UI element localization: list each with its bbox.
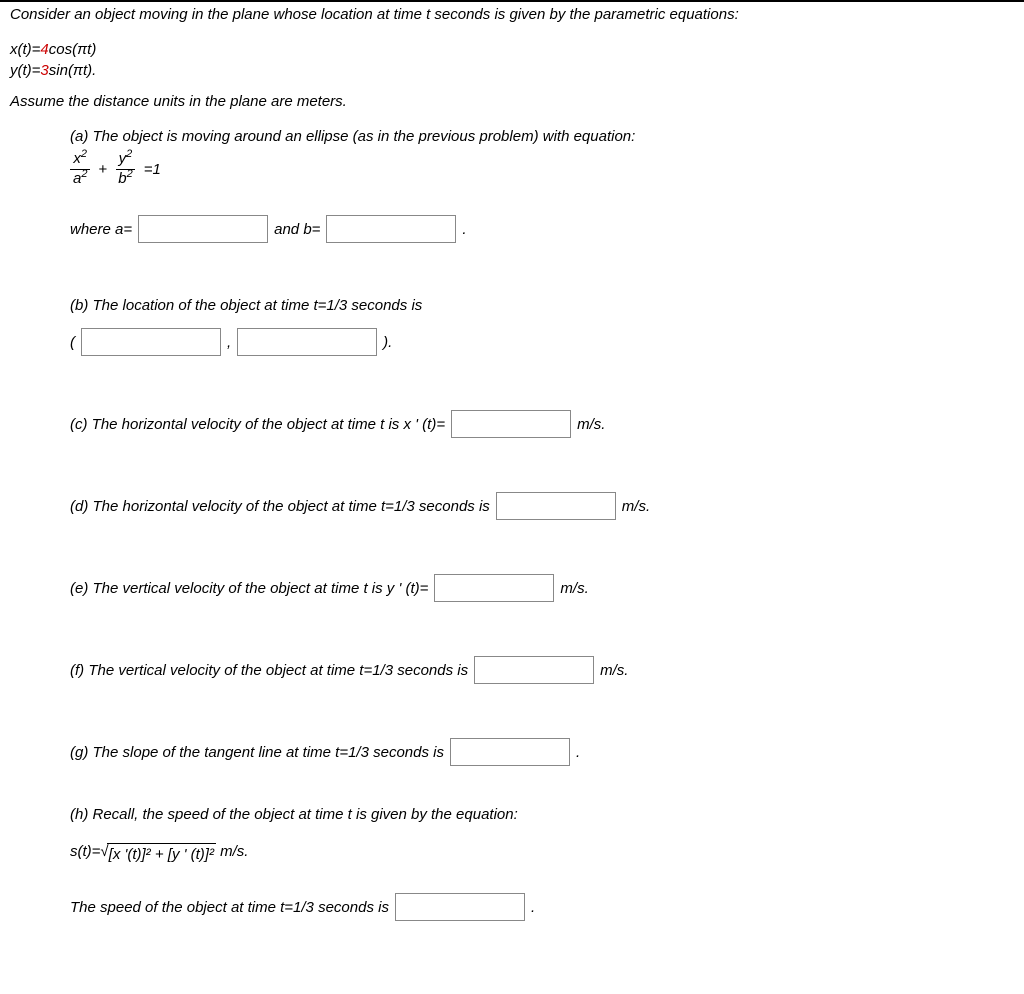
equation-yt: y(t)=3sin(πt).	[10, 62, 1014, 79]
part-g-text: (g) The slope of the tangent line at tim…	[70, 744, 444, 761]
part-b-label: (b) The location of the object at time t…	[70, 297, 1014, 314]
equation-xt: x(t)=4cos(πt)	[10, 41, 1014, 58]
part-c-text: (c) The horizontal velocity of the objec…	[70, 416, 445, 433]
intro-text: Consider an object moving in the plane w…	[10, 4, 1014, 23]
input-d[interactable]	[496, 492, 616, 520]
input-e[interactable]	[434, 574, 554, 602]
yt-prefix: y(t)=	[10, 62, 40, 79]
and-b-label: and b=	[274, 221, 320, 238]
part-f: (f) The vertical velocity of the object …	[70, 656, 1014, 684]
part-b-inputs: ( , ).	[70, 328, 1014, 356]
part-d-unit: m/s.	[622, 498, 650, 515]
part-h-label: (h) Recall, the speed of the object at t…	[70, 806, 1014, 823]
plus-sign: +	[98, 161, 107, 178]
comma: ,	[227, 334, 231, 351]
part-a: (a) The object is moving around an ellip…	[70, 128, 1014, 243]
speed-prompt: The speed of the object at time t=1/3 se…	[70, 899, 389, 916]
speed-eq-suffix: m/s.	[216, 843, 249, 860]
input-location-x[interactable]	[81, 328, 221, 356]
part-d-text: (d) The horizontal velocity of the objec…	[70, 498, 490, 515]
assume-text: Assume the distance units in the plane a…	[10, 93, 1014, 110]
speed-equation: s(t)=√[x '(t)]² + [y ' (t)]² m/s.	[70, 843, 1014, 863]
yt-suffix: sin(πt).	[49, 62, 97, 79]
parts-container: (a) The object is moving around an ellip…	[10, 128, 1014, 921]
sqrt-block: √[x '(t)]² + [y ' (t)]²	[100, 843, 216, 863]
part-e: (e) The vertical velocity of the object …	[70, 574, 1014, 602]
close-paren: ).	[383, 334, 392, 351]
part-b: (b) The location of the object at time t…	[70, 297, 1014, 356]
fraction-x2-a2: x2 a2	[70, 151, 90, 187]
equals-one: =1	[144, 161, 161, 178]
xt-suffix: cos(πt)	[49, 41, 97, 58]
problem-content: Consider an object moving in the plane w…	[0, 2, 1024, 941]
part-a-inputs: where a= and b= .	[70, 215, 1014, 243]
part-f-unit: m/s.	[600, 662, 628, 679]
ellipse-equation: x2 a2 + y2 b2 =1	[70, 151, 1014, 187]
input-location-y[interactable]	[237, 328, 377, 356]
input-g[interactable]	[450, 738, 570, 766]
part-a-label: (a) The object is moving around an ellip…	[70, 128, 1014, 145]
part-g-period: .	[576, 744, 580, 761]
part-h-period: .	[531, 899, 535, 916]
input-f[interactable]	[474, 656, 594, 684]
xt-coefficient: 4	[40, 41, 48, 58]
part-h-inputs: The speed of the object at time t=1/3 se…	[70, 893, 1014, 921]
part-f-text: (f) The vertical velocity of the object …	[70, 662, 468, 679]
part-g: (g) The slope of the tangent line at tim…	[70, 738, 1014, 766]
part-e-text: (e) The vertical velocity of the object …	[70, 580, 428, 597]
part-c-unit: m/s.	[577, 416, 605, 433]
part-d: (d) The horizontal velocity of the objec…	[70, 492, 1014, 520]
part-e-unit: m/s.	[560, 580, 588, 597]
xt-prefix: x(t)=	[10, 41, 40, 58]
input-a[interactable]	[138, 215, 268, 243]
open-paren: (	[70, 334, 75, 351]
fraction-y2-b2: y2 b2	[115, 151, 135, 187]
yt-coefficient: 3	[40, 62, 48, 79]
where-a-label: where a=	[70, 221, 132, 238]
part-h: (h) Recall, the speed of the object at t…	[70, 806, 1014, 921]
part-c: (c) The horizontal velocity of the objec…	[70, 410, 1014, 438]
input-b[interactable]	[326, 215, 456, 243]
input-c[interactable]	[451, 410, 571, 438]
input-speed[interactable]	[395, 893, 525, 921]
speed-eq-prefix: s(t)=	[70, 843, 100, 860]
part-a-period: .	[462, 221, 466, 238]
sqrt-body: [x '(t)]² + [y ' (t)]²	[107, 843, 216, 863]
